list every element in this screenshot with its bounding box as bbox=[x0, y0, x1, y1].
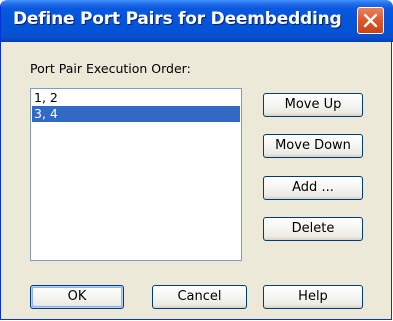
delete-button[interactable]: Delete bbox=[263, 217, 363, 241]
list-item-port-pair-1[interactable]: 1, 2 bbox=[32, 90, 240, 106]
port-pair-list[interactable]: 1, 2 3, 4 bbox=[30, 88, 242, 261]
help-button[interactable]: Help bbox=[263, 285, 363, 309]
list-item-port-pair-2[interactable]: 3, 4 bbox=[32, 106, 240, 122]
execution-order-label: Port Pair Execution Order: bbox=[30, 61, 191, 76]
add-button[interactable]: Add ... bbox=[263, 176, 363, 200]
close-button[interactable] bbox=[357, 7, 384, 34]
window-title: Define Port Pairs for Deembedding bbox=[13, 9, 342, 29]
close-icon bbox=[363, 13, 378, 28]
cancel-button[interactable]: Cancel bbox=[152, 285, 247, 309]
title-bar[interactable]: Define Port Pairs for Deembedding bbox=[1, 0, 393, 42]
ok-button[interactable]: OK bbox=[30, 285, 124, 309]
dialog-window: Define Port Pairs for Deembedding Port P… bbox=[0, 0, 393, 320]
move-down-button[interactable]: Move Down bbox=[263, 134, 363, 158]
move-up-button[interactable]: Move Up bbox=[263, 93, 363, 117]
